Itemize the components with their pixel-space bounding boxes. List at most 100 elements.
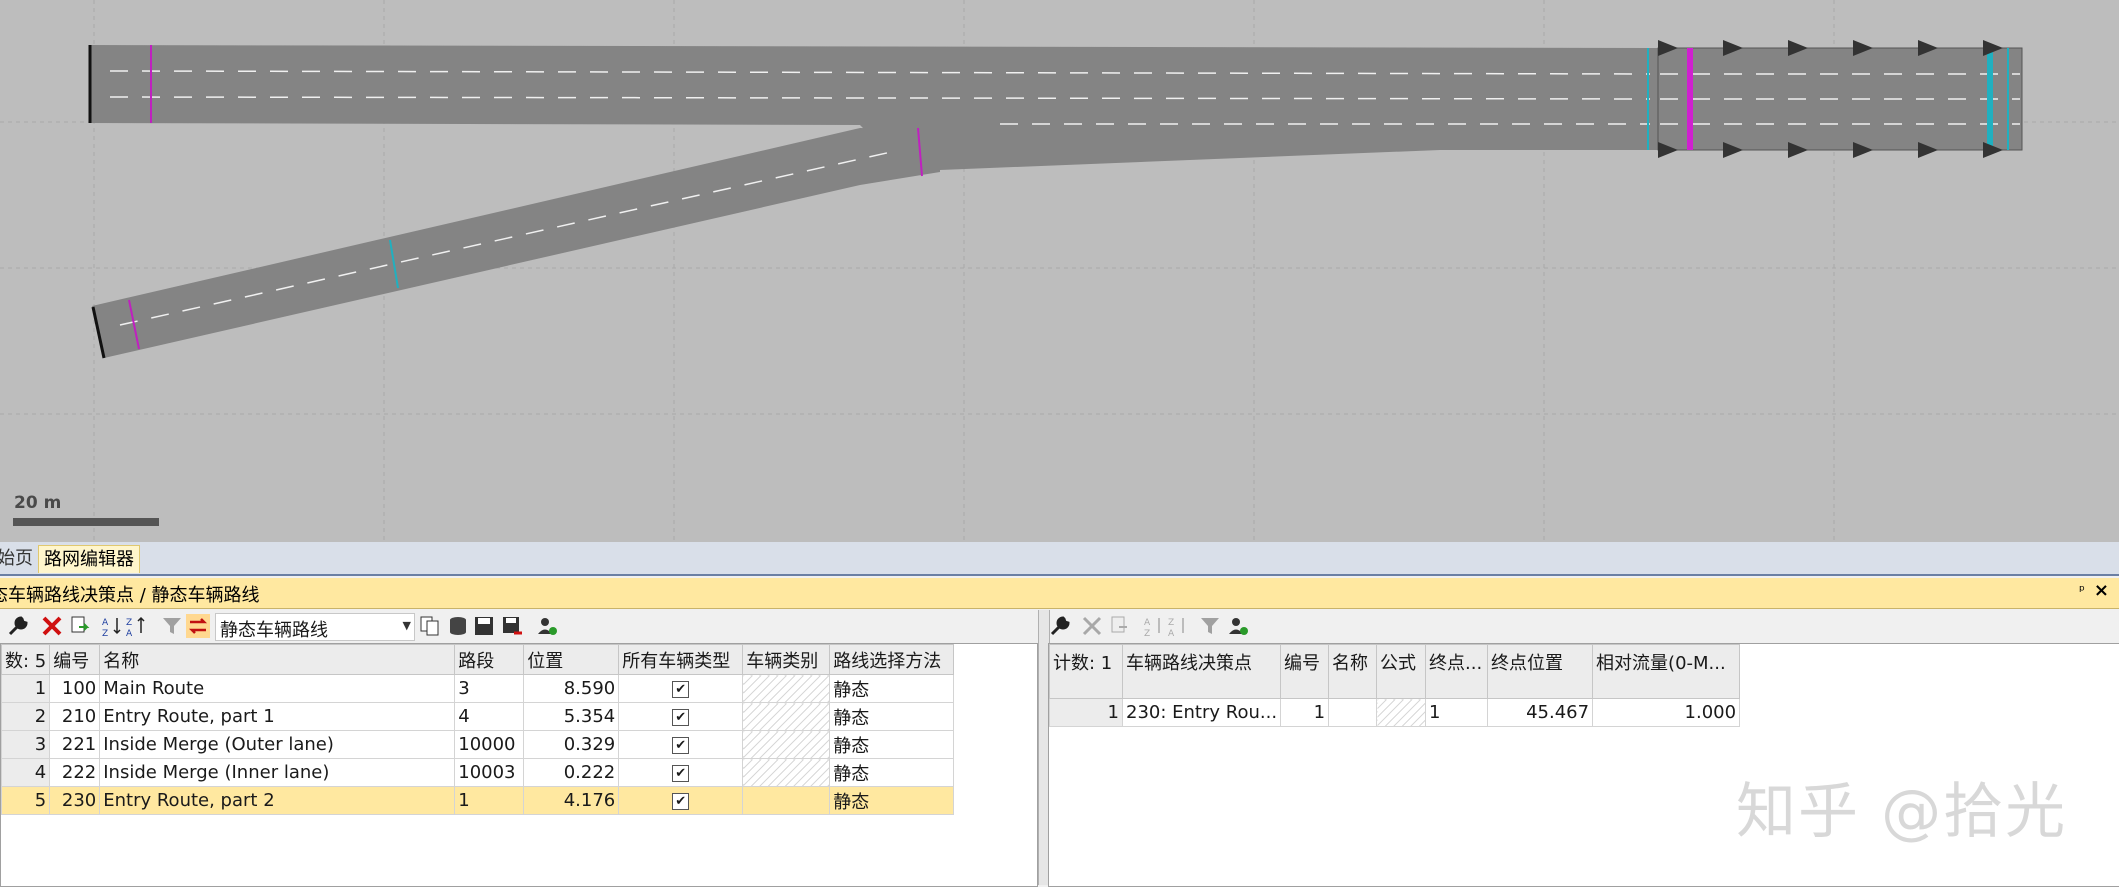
col-name[interactable]: 名称 — [99, 644, 456, 675]
row-index[interactable]: 1 — [1049, 698, 1123, 727]
cell-relative-flow[interactable]: 1.000 — [1592, 698, 1741, 727]
cell-link[interactable]: 1 — [454, 786, 525, 815]
col-destination-position[interactable]: 终点位置 — [1487, 644, 1594, 699]
checkbox-checked[interactable]: ✔ — [672, 764, 690, 782]
cell-position[interactable]: 4.176 — [523, 786, 620, 815]
sort-ascending-icon[interactable]: AZ — [1142, 614, 1166, 638]
table-row[interactable]: 1 100 Main Route 3 8.590 ✔ 静态 — [1, 674, 955, 703]
entry-ramp-link[interactable] — [92, 128, 940, 358]
save-icon[interactable] — [472, 614, 496, 638]
col-decision-point[interactable]: 车辆路线决策点 — [1121, 644, 1282, 699]
duplicate-icon[interactable] — [68, 614, 92, 638]
delete-icon[interactable] — [40, 614, 64, 638]
cell-decision-point[interactable]: 230: Entry Rou... — [1121, 698, 1282, 727]
copy-icon[interactable] — [418, 614, 442, 638]
watermark: 知乎 @拾光 — [1736, 777, 2068, 847]
table-row-selected[interactable]: 5 230 Entry Route, part 2 1 4.176 ✔ 静态 — [1, 786, 955, 815]
cell-destination-link[interactable]: 1 — [1425, 698, 1489, 727]
cell-no[interactable]: 222 — [49, 758, 101, 787]
user-add-icon[interactable] — [535, 614, 559, 638]
col-relative-flow[interactable]: 相对流量(0-M... — [1592, 644, 1741, 699]
chevron-down-icon[interactable]: ▼ — [403, 619, 411, 632]
cell-name[interactable]: Entry Route, part 1 — [99, 702, 456, 731]
network-canvas[interactable]: 20 m — [0, 0, 2119, 542]
database-icon[interactable] — [446, 614, 470, 638]
cell-no[interactable]: 1 — [1280, 698, 1330, 727]
wrench-icon[interactable] — [6, 614, 30, 638]
cell-no[interactable]: 221 — [49, 730, 101, 759]
cell-position[interactable]: 8.590 — [523, 674, 620, 703]
downstream-link[interactable] — [1657, 47, 2023, 151]
cell-name[interactable]: Entry Route, part 2 — [99, 786, 456, 815]
cell-destination-position[interactable]: 45.467 — [1487, 698, 1594, 727]
cell-all-vehicle-types[interactable]: ✔ — [618, 730, 744, 759]
table-row[interactable]: 1 230: Entry Rou... 1 1 45.467 1.000 — [1049, 698, 1741, 727]
save-as-icon[interactable] — [500, 614, 524, 638]
checkbox-checked[interactable]: ✔ — [672, 736, 690, 754]
table-row[interactable]: 3 221 Inside Merge (Outer lane) 10000 0.… — [1, 730, 955, 759]
col-all-vehicle-types[interactable]: 所有车辆类型 — [618, 644, 744, 675]
cell-name[interactable] — [1328, 698, 1378, 727]
tab-start-page[interactable]: 始页 — [0, 545, 38, 572]
row-index[interactable]: 1 — [1, 674, 51, 703]
cell-link[interactable]: 4 — [454, 702, 525, 731]
close-icon[interactable]: × — [2094, 580, 2109, 601]
cell-route-choice-method[interactable]: 静态 — [829, 702, 955, 731]
checkbox-checked[interactable]: ✔ — [672, 680, 690, 698]
col-name[interactable]: 名称 — [1328, 644, 1378, 699]
col-no[interactable]: 编号 — [49, 644, 101, 675]
cell-name[interactable]: Main Route — [99, 674, 456, 703]
cell-no[interactable]: 210 — [49, 702, 101, 731]
row-index[interactable]: 4 — [1, 758, 51, 787]
duplicate-icon[interactable] — [1108, 614, 1132, 638]
cell-position[interactable]: 0.329 — [523, 730, 620, 759]
cell-no[interactable]: 230 — [49, 786, 101, 815]
cell-no[interactable]: 100 — [49, 674, 101, 703]
col-link[interactable]: 路段 — [454, 644, 525, 675]
cell-route-choice-method[interactable]: 静态 — [829, 674, 955, 703]
col-vehicle-class[interactable]: 车辆类别 — [742, 644, 831, 675]
table-row[interactable]: 4 222 Inside Merge (Inner lane) 10003 0.… — [1, 758, 955, 787]
cell-position[interactable]: 0.222 — [523, 758, 620, 787]
cell-link[interactable]: 3 — [454, 674, 525, 703]
user-add-icon[interactable] — [1226, 614, 1250, 638]
col-no[interactable]: 编号 — [1280, 644, 1330, 699]
wrench-icon[interactable] — [1048, 614, 1072, 638]
cell-link[interactable]: 10000 — [454, 730, 525, 759]
network-svg[interactable] — [0, 0, 2119, 542]
cell-name[interactable]: Inside Merge (Outer lane) — [99, 730, 456, 759]
tab-network-editor[interactable]: 路网编辑器 — [38, 545, 140, 573]
cell-route-choice-method[interactable]: 静态 — [829, 786, 955, 815]
row-index[interactable]: 5 — [1, 786, 51, 815]
row-index[interactable]: 2 — [1, 702, 51, 731]
delete-icon[interactable] — [1080, 614, 1104, 638]
col-route-choice-method[interactable]: 路线选择方法 — [829, 644, 955, 675]
cell-position[interactable]: 5.354 — [523, 702, 620, 731]
cell-route-choice-method[interactable]: 静态 — [829, 758, 955, 787]
col-formula[interactable]: 公式 — [1376, 644, 1427, 699]
cell-name[interactable]: Inside Merge (Inner lane) — [99, 758, 456, 787]
col-destination-link[interactable]: 终点... — [1425, 644, 1489, 699]
checkbox-checked[interactable]: ✔ — [672, 708, 690, 726]
cell-link[interactable]: 10003 — [454, 758, 525, 787]
row-index[interactable]: 3 — [1, 730, 51, 759]
pin-icon[interactable]: ᵖ — [2079, 583, 2085, 599]
col-position[interactable]: 位置 — [523, 644, 620, 675]
col-count[interactable]: 计数: 1 — [1049, 644, 1123, 699]
table-row[interactable]: 2 210 Entry Route, part 1 4 5.354 ✔ 静态 — [1, 702, 955, 731]
sync-icon[interactable] — [186, 614, 210, 638]
cell-all-vehicle-types[interactable]: ✔ — [618, 758, 744, 787]
filter-icon[interactable] — [160, 614, 184, 638]
cell-route-choice-method[interactable]: 静态 — [829, 730, 955, 759]
sort-descending-icon[interactable]: ZA — [1166, 614, 1190, 638]
cell-vehicle-class — [742, 786, 831, 815]
col-count[interactable]: 数: 5 — [1, 644, 51, 675]
sort-descending-icon[interactable]: ZA — [124, 614, 148, 638]
sort-ascending-icon[interactable]: AZ — [100, 614, 124, 638]
cell-all-vehicle-types[interactable]: ✔ — [618, 786, 744, 815]
filter-icon[interactable] — [1198, 614, 1222, 638]
cell-all-vehicle-types[interactable]: ✔ — [618, 674, 744, 703]
relation-combo[interactable]: 静态车辆路线 ▼ — [215, 613, 415, 641]
cell-all-vehicle-types[interactable]: ✔ — [618, 702, 744, 731]
checkbox-checked[interactable]: ✔ — [672, 792, 690, 810]
